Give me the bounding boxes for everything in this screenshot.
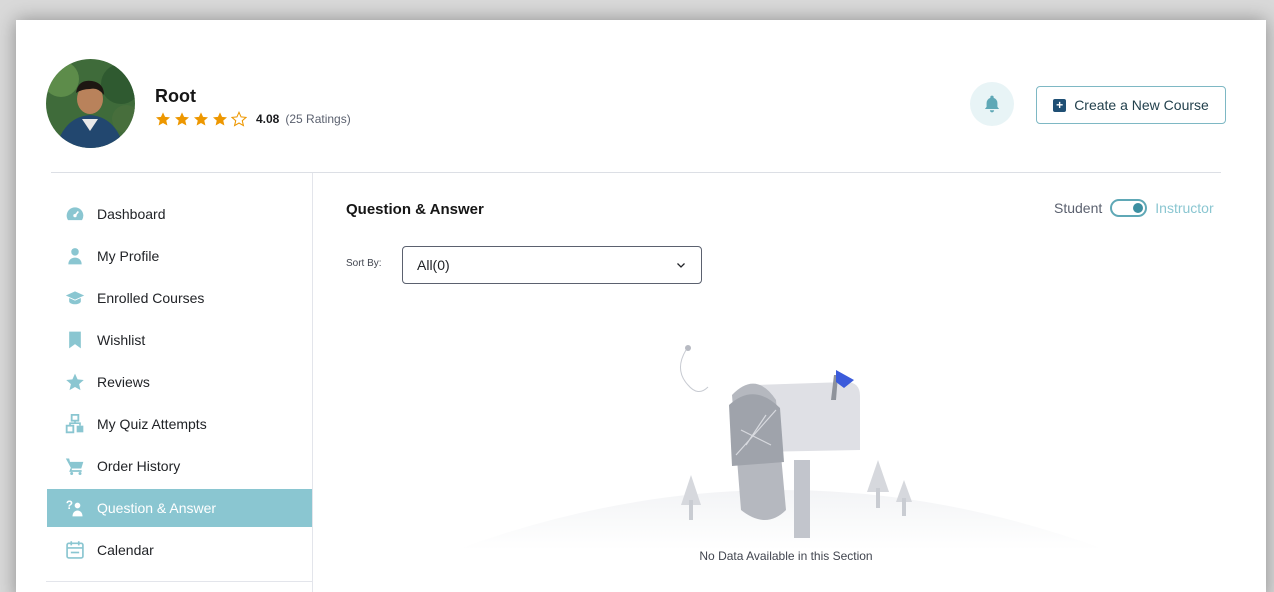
rating-count: (25 Ratings) [285,112,351,126]
sidebar-divider [46,581,313,582]
sidebar-item-label: Wishlist [97,332,146,348]
role-instructor-label: Instructor [1155,200,1214,216]
sort-selected-value: All(0) [417,257,450,273]
sidebar-nav: Dashboard My Profile Enrolled Courses Wi… [46,173,313,592]
sidebar-item-wishlist[interactable]: Wishlist [47,321,312,359]
sidebar-item-label: My Quiz Attempts [97,416,207,432]
sidebar-item-dashboard[interactable]: Dashboard [47,195,312,233]
rating-value: 4.08 [256,112,280,126]
create-course-label: Create a New Course [1074,97,1209,113]
page-title: Question & Answer [346,201,484,218]
sidebar-item-label: My Profile [97,248,160,264]
sidebar-item-label: Question & Answer [97,500,217,516]
star-filled-icon [175,112,189,126]
sort-select[interactable]: All(0) [402,246,702,284]
dashboard-icon [65,204,85,224]
dashboard-window: Root 4.08 (25 Ratings) + Create a New Co… [16,20,1266,592]
empty-state-illustration [436,330,1126,560]
star-filled-icon [213,112,227,126]
sidebar-item-label: Reviews [97,374,150,390]
sidebar-item-label: Dashboard [97,206,166,222]
sidebar-item-reviews[interactable]: Reviews [47,363,312,401]
sidebar-item-my-profile[interactable]: My Profile [47,237,312,275]
sidebar-item-my-quiz-attempts[interactable]: My Quiz Attempts [47,405,312,443]
quiz-icon [65,414,85,434]
graduation-cap-icon [65,288,85,308]
notification-button[interactable] [970,82,1014,126]
create-course-button[interactable]: + Create a New Course [1036,86,1226,124]
star-icon [65,372,85,392]
question-answer-icon: ? [65,498,85,518]
sort-label: Sort By: [346,258,382,269]
switch-knob [1133,203,1144,213]
sidebar-item-calendar[interactable]: Calendar [47,531,312,569]
rating-row: 4.08 (25 Ratings) [155,111,351,127]
avatar[interactable] [46,59,135,148]
sidebar-item-question-answer[interactable]: ? Question & Answer [47,489,312,527]
role-toggle[interactable]: Student Instructor [1054,199,1214,217]
star-filled-icon [194,112,208,126]
sidebar-item-label: Calendar [97,542,154,558]
plus-icon: + [1053,98,1067,112]
user-name: Root [155,86,196,106]
star-empty-icon [231,111,247,127]
bell-icon [984,95,1000,113]
bookmark-icon [65,330,85,350]
cart-icon [65,456,85,476]
role-student-label: Student [1054,200,1103,216]
sidebar-item-order-history[interactable]: Order History [47,447,312,485]
role-switch[interactable] [1110,199,1148,217]
sidebar-item-label: Enrolled Courses [97,290,205,306]
chevron-down-icon [677,263,685,268]
user-icon [65,246,85,266]
empty-state-message: No Data Available in this Section [699,549,873,563]
calendar-icon [65,540,85,560]
sidebar-item-label: Order History [97,458,181,474]
sidebar-item-enrolled-courses[interactable]: Enrolled Courses [47,279,312,317]
svg-text:?: ? [66,499,73,512]
star-filled-icon [156,112,170,126]
